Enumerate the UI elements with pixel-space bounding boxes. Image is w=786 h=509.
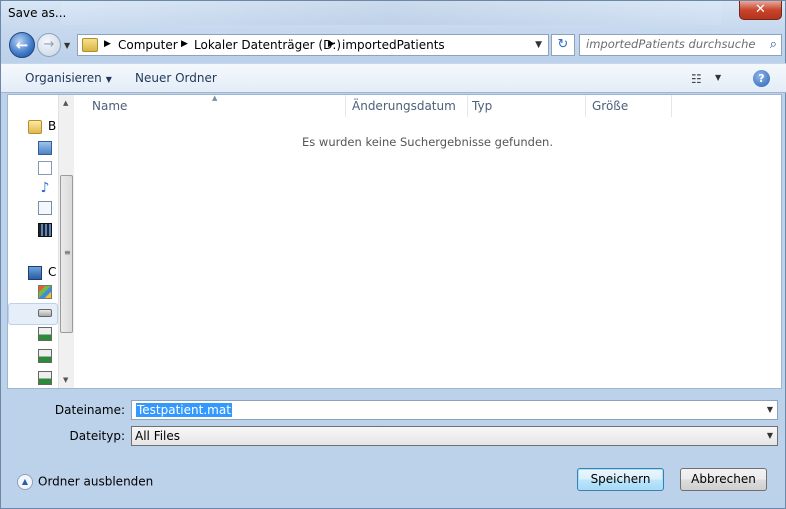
title-bar[interactable]: Save as... ✕ (1, 1, 786, 25)
address-bar[interactable]: ▶ Computer ▶ Lokaler Datenträger (D:) ▶ … (77, 34, 549, 56)
videos-icon[interactable] (38, 223, 52, 237)
scroll-down-icon[interactable]: ▼ (63, 376, 68, 384)
drive-icon[interactable] (38, 309, 52, 317)
navigation-scrollbar[interactable]: ▲ ≡ ▼ (58, 95, 74, 388)
documents2-icon[interactable] (38, 201, 52, 215)
network-drive-icon[interactable] (38, 371, 52, 385)
breadcrumb-computer[interactable]: Computer (118, 38, 178, 52)
sidebar-item-libraries[interactable]: B (48, 119, 56, 133)
hide-folders-label: Ordner ausblenden (38, 474, 154, 489)
file-list[interactable]: ▲ Name Änderungsdatum Typ Größe Es wurde… (74, 94, 781, 388)
breadcrumb-separator-icon[interactable]: ▶ (328, 39, 335, 49)
scroll-up-icon[interactable]: ▲ (63, 99, 68, 107)
forward-arrow-icon: → (43, 37, 55, 52)
chevron-down-icon[interactable]: ▼ (767, 431, 773, 440)
navigation-bar: ← → ▼ ▶ Computer ▶ Lokaler Datenträger (… (1, 29, 786, 61)
filename-value[interactable]: Testpatient.mat (136, 403, 232, 417)
organize-button[interactable]: Organisieren ▼ (25, 71, 112, 85)
close-icon: ✕ (755, 2, 766, 17)
search-icon[interactable]: ⌕ (770, 37, 777, 52)
column-label: Änderungsdatum (352, 99, 456, 113)
close-button[interactable]: ✕ (739, 1, 782, 20)
grip-icon: ≡ (64, 248, 71, 257)
libraries-icon[interactable] (28, 120, 42, 134)
windows-drive-icon[interactable] (38, 285, 52, 299)
new-folder-button[interactable]: Neuer Ordner (135, 71, 217, 85)
search-input[interactable] (586, 37, 756, 51)
recent-pages-dropdown[interactable]: ▼ (64, 41, 70, 50)
computer-icon[interactable] (28, 266, 42, 280)
filename-combobox[interactable]: Testpatient.mat ▼ (131, 400, 778, 420)
save-dialog: Save as... ✕ ← → ▼ ▶ Computer ▶ Lokaler … (0, 0, 786, 509)
view-dropdown-icon[interactable]: ▼ (715, 73, 721, 82)
back-button[interactable]: ← (9, 32, 35, 58)
empty-results-message: Es wurden keine Suchergebnisse gefunden. (302, 135, 553, 149)
address-dropdown-icon[interactable]: ▼ (535, 40, 542, 50)
title-bar-glass (61, 1, 721, 25)
column-label: Größe (592, 99, 629, 113)
music-icon[interactable]: ♪ (38, 181, 52, 195)
help-button[interactable]: ? (753, 70, 770, 87)
search-box[interactable]: ⌕ (579, 34, 782, 56)
column-header-type[interactable]: Typ (472, 95, 586, 117)
breadcrumb-separator-icon[interactable]: ▶ (181, 39, 188, 49)
pictures-icon[interactable] (38, 141, 52, 155)
refresh-icon: ↻ (557, 37, 569, 52)
column-header-date[interactable]: Änderungsdatum (352, 95, 468, 117)
chevron-up-icon: ▲ (17, 474, 33, 490)
organize-label: Organisieren (25, 71, 102, 85)
filetype-select[interactable]: All Files ▼ (131, 426, 778, 446)
help-icon: ? (758, 72, 765, 85)
hide-folders-toggle[interactable]: ▲ Ordner ausblenden (17, 474, 153, 490)
command-bar: Organisieren ▼ Neuer Ordner ☷ ▼ ? (1, 63, 786, 93)
chevron-down-icon: ▼ (105, 75, 112, 84)
cancel-button[interactable]: Abbrechen (680, 468, 767, 491)
filename-label: Dateiname: (54, 403, 125, 417)
navigation-pane[interactable]: B ♪ C ▲ ≡ ▼ (8, 95, 74, 388)
column-header-size[interactable]: Größe (592, 95, 672, 117)
sidebar-item-computer[interactable]: C (48, 265, 56, 279)
filetype-value: All Files (135, 429, 181, 443)
breadcrumb-folder[interactable]: importedPatients (342, 38, 445, 52)
column-label: Name (92, 99, 128, 113)
forward-button[interactable]: → (37, 33, 61, 57)
network-drive-icon[interactable] (38, 349, 52, 363)
window-title: Save as... (8, 6, 67, 20)
chevron-down-icon[interactable]: ▼ (767, 405, 773, 414)
documents-icon[interactable] (38, 161, 52, 175)
column-label: Typ (472, 99, 493, 113)
network-drive-icon[interactable] (38, 327, 52, 341)
breadcrumb-separator-icon[interactable]: ▶ (104, 39, 111, 49)
view-options-icon[interactable]: ☷ (691, 72, 702, 86)
browser-area: B ♪ C ▲ ≡ ▼ ▲ Name Änderungsdatum Typ Gr… (7, 94, 782, 389)
scrollbar-thumb[interactable]: ≡ (60, 175, 73, 333)
refresh-button[interactable]: ↻ (551, 34, 575, 56)
column-header-name[interactable]: Name (92, 95, 346, 117)
back-arrow-icon: ← (15, 36, 29, 54)
filetype-label: Dateityp: (69, 429, 125, 443)
save-button[interactable]: Speichern (577, 468, 664, 491)
folder-icon (82, 38, 98, 52)
breadcrumb-drive[interactable]: Lokaler Datenträger (D:) (194, 38, 341, 52)
